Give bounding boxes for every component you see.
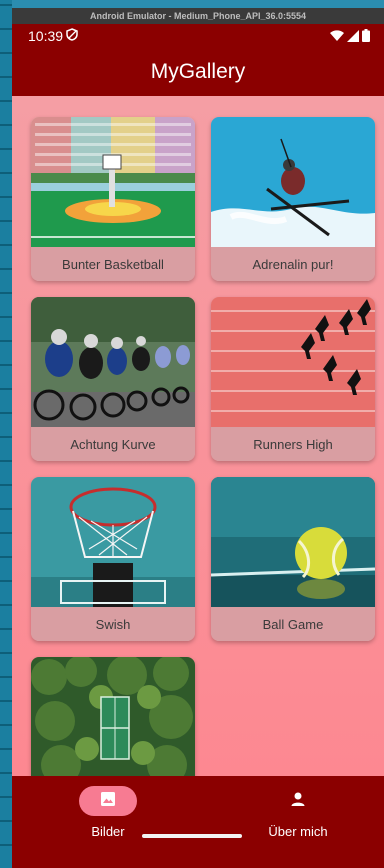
phone-screen: 10:39 MyGallery Bunter Basketball Adrena… <box>12 24 384 868</box>
gallery-card-swish[interactable]: Swish <box>31 477 195 641</box>
gallery-card-adrenalin-pur[interactable]: Adrenalin pur! <box>211 117 375 281</box>
status-bar: 10:39 <box>12 24 384 48</box>
gallery-image-skier <box>211 117 375 247</box>
shield-icon <box>66 28 78 44</box>
status-time: 10:39 <box>28 28 64 44</box>
gallery-image-runners-track <box>211 297 375 427</box>
gallery-card-runners-high[interactable]: Runners High <box>211 297 375 461</box>
gallery-card-label: Ball Game <box>211 607 375 641</box>
gallery-card-label: Achtung Kurve <box>31 427 195 461</box>
nav-active-indicator <box>79 786 137 816</box>
gesture-handle[interactable] <box>142 834 242 838</box>
app-bar: MyGallery <box>12 48 384 96</box>
gallery-card-achtung-kurve[interactable]: Achtung Kurve <box>31 297 195 461</box>
gallery-image-cyclists <box>31 297 195 427</box>
bottom-navigation: Bilder Über mich <box>12 776 384 868</box>
gallery-image-tennis-ball <box>211 477 375 607</box>
wifi-icon <box>330 29 344 45</box>
person-icon <box>290 791 306 812</box>
gallery-card-label: Adrenalin pur! <box>211 247 375 281</box>
gallery-image-forest-court <box>31 657 195 776</box>
status-icons <box>330 29 370 45</box>
gallery-card-forest-court[interactable] <box>31 657 195 776</box>
nav-indicator <box>269 786 327 816</box>
gallery-card-label: Runners High <box>211 427 375 461</box>
battery-icon <box>362 29 370 45</box>
gallery-card-label: Bunter Basketball <box>31 247 195 281</box>
gallery-image-basketball-hoop <box>31 477 195 607</box>
signal-icon <box>347 29 359 45</box>
gallery-card-label: Swish <box>31 607 195 641</box>
gallery-card-ball-game[interactable]: Ball Game <box>211 477 375 641</box>
gallery-image-basketball-court <box>31 117 195 247</box>
app-title: MyGallery <box>150 60 246 83</box>
gallery-card-bunter-basketball[interactable]: Bunter Basketball <box>31 117 195 281</box>
nav-label-ueber-mich: Über mich <box>268 824 328 839</box>
desktop-side-strip <box>0 0 12 868</box>
emulator-title: Android Emulator - Medium_Phone_API_36.0… <box>12 8 384 24</box>
image-icon <box>100 791 116 812</box>
desktop-background <box>0 0 384 8</box>
nav-item-ueber-mich[interactable]: Über mich <box>238 786 358 846</box>
gallery-grid[interactable]: Bunter Basketball Adrenalin pur! Achtung… <box>12 96 384 776</box>
